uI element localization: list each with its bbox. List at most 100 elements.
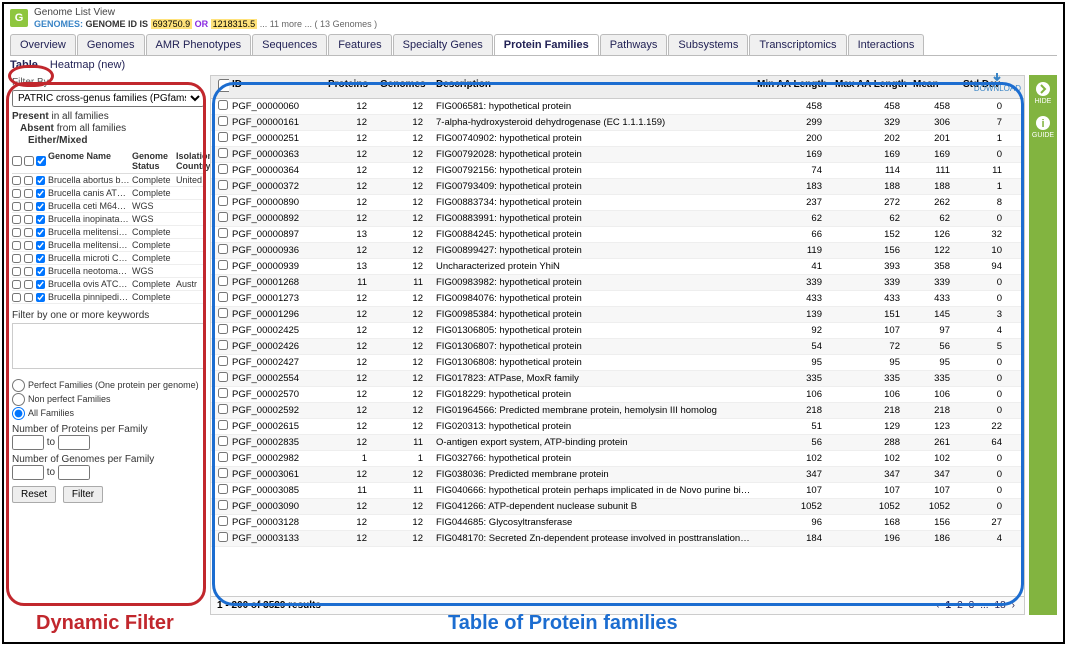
col-header[interactable]: Min AA Length [754, 79, 832, 95]
page-2[interactable]: 2 [957, 600, 963, 611]
table-row[interactable]: PGF_000030611212FIG038036: Predicted mem… [211, 467, 1024, 483]
col-header[interactable]: Description [433, 79, 754, 95]
table-row[interactable]: PGF_000003631212FIG00792028: hypothetica… [211, 147, 1024, 163]
col-header[interactable] [211, 79, 229, 95]
table-row[interactable]: PGF_000012681111FIG00983982: hypothetica… [211, 275, 1024, 291]
pager: ‹ 123... 18 › [933, 600, 1018, 611]
chevron-right-icon [1035, 81, 1051, 97]
radio-perfect[interactable] [12, 379, 25, 392]
page-title: Genome List View [34, 7, 377, 18]
page-...[interactable]: ... [980, 600, 988, 611]
col-header[interactable]: Mean [910, 79, 960, 95]
col-header[interactable]: ID [229, 79, 325, 95]
tab-features[interactable]: Features [328, 34, 391, 55]
table-row[interactable]: PGF_000030901212FIG041266: ATP-dependent… [211, 499, 1024, 515]
table-row[interactable]: PGF_000008971312FIG00884245: hypothetica… [211, 227, 1024, 243]
table-row[interactable]: PGF_000000601212FIG006581: hypothetical … [211, 99, 1024, 115]
table-row[interactable]: PGF_000024251212FIG01306805: hypothetica… [211, 323, 1024, 339]
subtab-heatmap[interactable]: Heatmap (new) [50, 59, 125, 71]
table-row[interactable]: PGF_0000298211FIG032766: hypothetical pr… [211, 451, 1024, 467]
table-row[interactable]: PGF_000030851111FIG040666: hypothetical … [211, 483, 1024, 499]
main-tabs: OverviewGenomesAMR PhenotypesSequencesFe… [10, 34, 1057, 56]
genome-row[interactable]: Brucella inopinata HolgerWGS [12, 213, 204, 226]
reset-button[interactable]: Reset [12, 486, 56, 503]
table-row[interactable]: PGF_000031331212FIG048170: Secreted Zn-d… [211, 531, 1024, 547]
page-3[interactable]: 3 [969, 600, 975, 611]
genome-row[interactable]: Brucella ceti M644/93/1WGS [12, 200, 204, 213]
tab-specialty-genes[interactable]: Specialty Genes [393, 34, 493, 55]
npf-from[interactable] [12, 435, 44, 450]
page-prev[interactable]: ‹ [936, 600, 939, 611]
table-header: IDProteinsGenomesDescriptionMin AA Lengt… [210, 75, 1025, 99]
caption-table: Table of Protein families [448, 612, 678, 635]
page-next[interactable]: › [1012, 600, 1015, 611]
table-row[interactable]: PGF_000012961212FIG00985384: hypothetica… [211, 307, 1024, 323]
col-header[interactable]: Max AA Length [832, 79, 910, 95]
genome-row[interactable]: Brucella melitensis biovarComplete [12, 226, 204, 239]
table-row[interactable]: PGF_0000016112127-alpha-hydroxysteroid d… [211, 115, 1024, 131]
tab-genomes[interactable]: Genomes [77, 34, 145, 55]
genome-row[interactable]: Brucella microti CCM 4915Complete [12, 252, 204, 265]
table-row[interactable]: PGF_000003641212FIG00792156: hypothetica… [211, 163, 1024, 179]
tab-subsystems[interactable]: Subsystems [668, 34, 748, 55]
table-row[interactable]: PGF_000003721212FIG00793409: hypothetica… [211, 179, 1024, 195]
radio-nonperfect[interactable] [12, 393, 25, 406]
genome-row[interactable]: Brucella neotomae 5K33WGS [12, 265, 204, 278]
proteins-per-family: Number of Proteins per Family to [12, 424, 204, 450]
table-row[interactable]: PGF_000025701212FIG018229: hypothetical … [211, 387, 1024, 403]
table-body: PGF_000000601212FIG006581: hypothetical … [210, 99, 1025, 597]
family-radio-group: Perfect Families (One protein per genome… [12, 378, 204, 420]
filter-panel: Filter By PATRIC cross-genus families (P… [10, 75, 206, 615]
table-row[interactable]: PGF_000002511212FIG00740902: hypothetica… [211, 131, 1024, 147]
ngf-from[interactable] [12, 465, 44, 480]
table-row[interactable]: PGF_000012731212FIG00984076: hypothetica… [211, 291, 1024, 307]
filter-by-label: Filter By [12, 77, 49, 88]
radio-all[interactable] [12, 407, 25, 420]
tab-overview[interactable]: Overview [10, 34, 76, 55]
keyword-label: Filter by one or more keywords [12, 310, 204, 321]
table-row[interactable]: PGF_000024261212FIG01306807: hypothetica… [211, 339, 1024, 355]
genome-row[interactable]: Brucella pinnipedialis B2/Complete [12, 291, 204, 304]
col-header[interactable]: Proteins [325, 79, 377, 95]
svg-text:i: i [1041, 118, 1044, 130]
ngf-to[interactable] [58, 465, 90, 480]
tab-pathways[interactable]: Pathways [600, 34, 668, 55]
genome-row[interactable]: Brucella ovis ATCC 25840CompleteAustr [12, 278, 204, 291]
breadcrumb: GENOMES: GENOME ID IS 693750.9 OR 121831… [34, 19, 377, 29]
table-row[interactable]: PGF_000008921212FIG00883991: hypothetica… [211, 211, 1024, 227]
hide-button[interactable]: HIDE [1035, 81, 1052, 105]
right-sidebar: HIDE i GUIDE [1029, 75, 1057, 615]
table-row[interactable]: PGF_000031281212FIG044685: Glycosyltrans… [211, 515, 1024, 531]
presence-legend: Present in all families Absent from all … [12, 111, 204, 147]
table-row[interactable]: PGF_000024271212FIG01306808: hypothetica… [211, 355, 1024, 371]
page-1[interactable]: 1 [946, 600, 952, 611]
result-count: 1 - 200 of 3529 results [217, 600, 321, 611]
table-row[interactable]: PGF_000025541212FIG017823: ATPase, MoxR … [211, 371, 1024, 387]
tab-protein-families[interactable]: Protein Families [494, 34, 599, 55]
family-type-select[interactable]: PATRIC cross-genus families (PGfams) [12, 90, 204, 107]
table-row[interactable]: PGF_000025921212FIG01964566: Predicted m… [211, 403, 1024, 419]
table-row[interactable]: PGF_000028351211O-antigen export system,… [211, 435, 1024, 451]
genome-table-head: Genome NameGenome StatusIsolation Countr… [12, 149, 204, 174]
tab-transcriptomics[interactable]: Transcriptomics [749, 34, 846, 55]
tab-sequences[interactable]: Sequences [252, 34, 327, 55]
guide-button[interactable]: i GUIDE [1032, 115, 1054, 139]
sub-tabs: Table Heatmap (new) [4, 56, 1063, 75]
tab-amr-phenotypes[interactable]: AMR Phenotypes [146, 34, 252, 55]
table-row[interactable]: PGF_000009391312Uncharacterized protein … [211, 259, 1024, 275]
filter-button[interactable]: Filter [63, 486, 103, 503]
table-row[interactable]: PGF_000008901212FIG00883734: hypothetica… [211, 195, 1024, 211]
genome-row[interactable]: Brucella abortus bv. 1 str.CompleteUnite… [12, 174, 204, 187]
caption-filter: Dynamic Filter [36, 612, 174, 635]
page-18[interactable]: 18 [995, 600, 1006, 611]
col-header[interactable]: Genomes [377, 79, 433, 95]
genome-row[interactable]: Brucella canis ATCC 23365Complete [12, 187, 204, 200]
npf-to[interactable] [58, 435, 90, 450]
download-button[interactable]: DOWNLOAD [974, 73, 1021, 93]
table-row[interactable]: PGF_000026151212FIG020313: hypothetical … [211, 419, 1024, 435]
keyword-input[interactable] [12, 323, 204, 369]
table-row[interactable]: PGF_000009361212FIG00899427: hypothetica… [211, 243, 1024, 259]
genome-row[interactable]: Brucella melitensis bv. 1 sComplete [12, 239, 204, 252]
subtab-table[interactable]: Table [10, 59, 38, 71]
tab-interactions[interactable]: Interactions [848, 34, 925, 55]
